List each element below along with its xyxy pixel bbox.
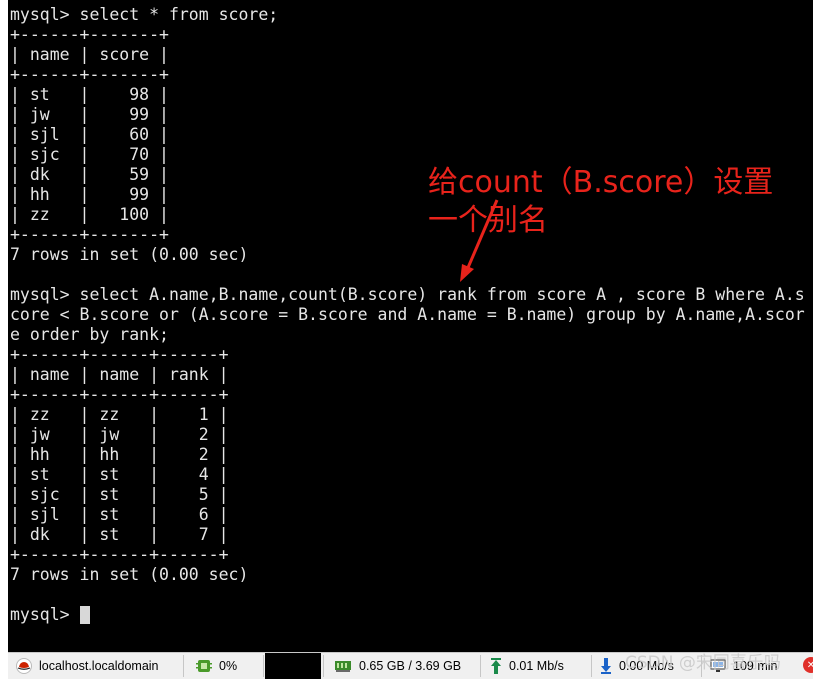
status-upload[interactable]: 0.01 Mb/s [490,653,564,679]
terminal-output-line: | hh | hh | 2 | [10,445,229,464]
terminal-output-line: +------+------+------+ [10,545,229,564]
terminal-window[interactable]: mysql> select * from score; +------+-----… [8,0,813,652]
cpu-usage: 0% [219,659,238,673]
watermark: CSDN @宋同喜乐吗 [625,653,781,673]
terminal-output-line: +------+------+------+ [10,345,229,364]
terminal-output-line: | sjl | st | 6 | [10,505,229,524]
terminal-output-line: | zz | 100 | [10,205,169,224]
terminal-output-line: | sjc | 70 | [10,145,169,164]
terminal-output-line: | st | st | 4 | [10,465,229,484]
terminal-output-line: 7 rows in set (0.00 sec) [10,245,249,264]
terminal-output-line: | jw | jw | 2 | [10,425,229,444]
upload-rate: 0.01 Mb/s [509,659,564,673]
terminal-output-line: 7 rows in set (0.00 sec) [10,565,249,584]
terminal-output-line: | zz | zz | 1 | [10,405,229,424]
terminal-output-line: +------+-------+ [10,25,169,44]
terminal-output-line: | jw | 99 | [10,105,169,124]
redhat-icon [16,658,32,674]
terminal-output-line: | dk | 59 | [10,165,169,184]
status-cpu[interactable]: 0% [196,653,237,679]
terminal-cursor [79,606,90,624]
close-icon[interactable]: ✕ [803,657,813,673]
memory-icon [335,661,351,672]
status-host[interactable]: localhost.localdomain [16,653,159,679]
terminal-output-line: | name | name | rank | [10,365,229,384]
terminal-output-line: core < B.score or (A.score = B.score and… [10,305,805,324]
terminal-output-line: | dk | st | 7 | [10,525,229,544]
terminal-output-line: +------+------+------+ [10,385,229,404]
terminal-command-line: mysql> [10,605,80,624]
terminal-output-line: | sjl | 60 | [10,125,169,144]
memory-usage: 0.65 GB / 3.69 GB [359,659,462,673]
terminal-output-line: | sjc | st | 5 | [10,485,229,504]
terminal-output-line: e order by rank; [10,325,169,344]
terminal-output-line: | hh | 99 | [10,185,169,204]
annotation-arrow-icon [460,199,499,282]
terminal-output-line: +------+-------+ [10,225,169,244]
host-name: localhost.localdomain [39,659,159,673]
cpu-chip-icon [196,660,212,672]
terminal-output-line: | st | 98 | [10,85,169,104]
terminal-output-line: +------+-------+ [10,65,169,84]
cpu-graph [265,653,321,679]
download-arrow-icon [601,658,611,674]
terminal-output-line: | name | score | [10,45,169,64]
upload-arrow-icon [491,658,501,674]
terminal-command-line: mysql> select * from score; [10,5,279,24]
status-memory[interactable]: 0.65 GB / 3.69 GB [334,653,461,679]
terminal-command-line: mysql> select A.name,B.name,count(B.scor… [10,285,805,304]
